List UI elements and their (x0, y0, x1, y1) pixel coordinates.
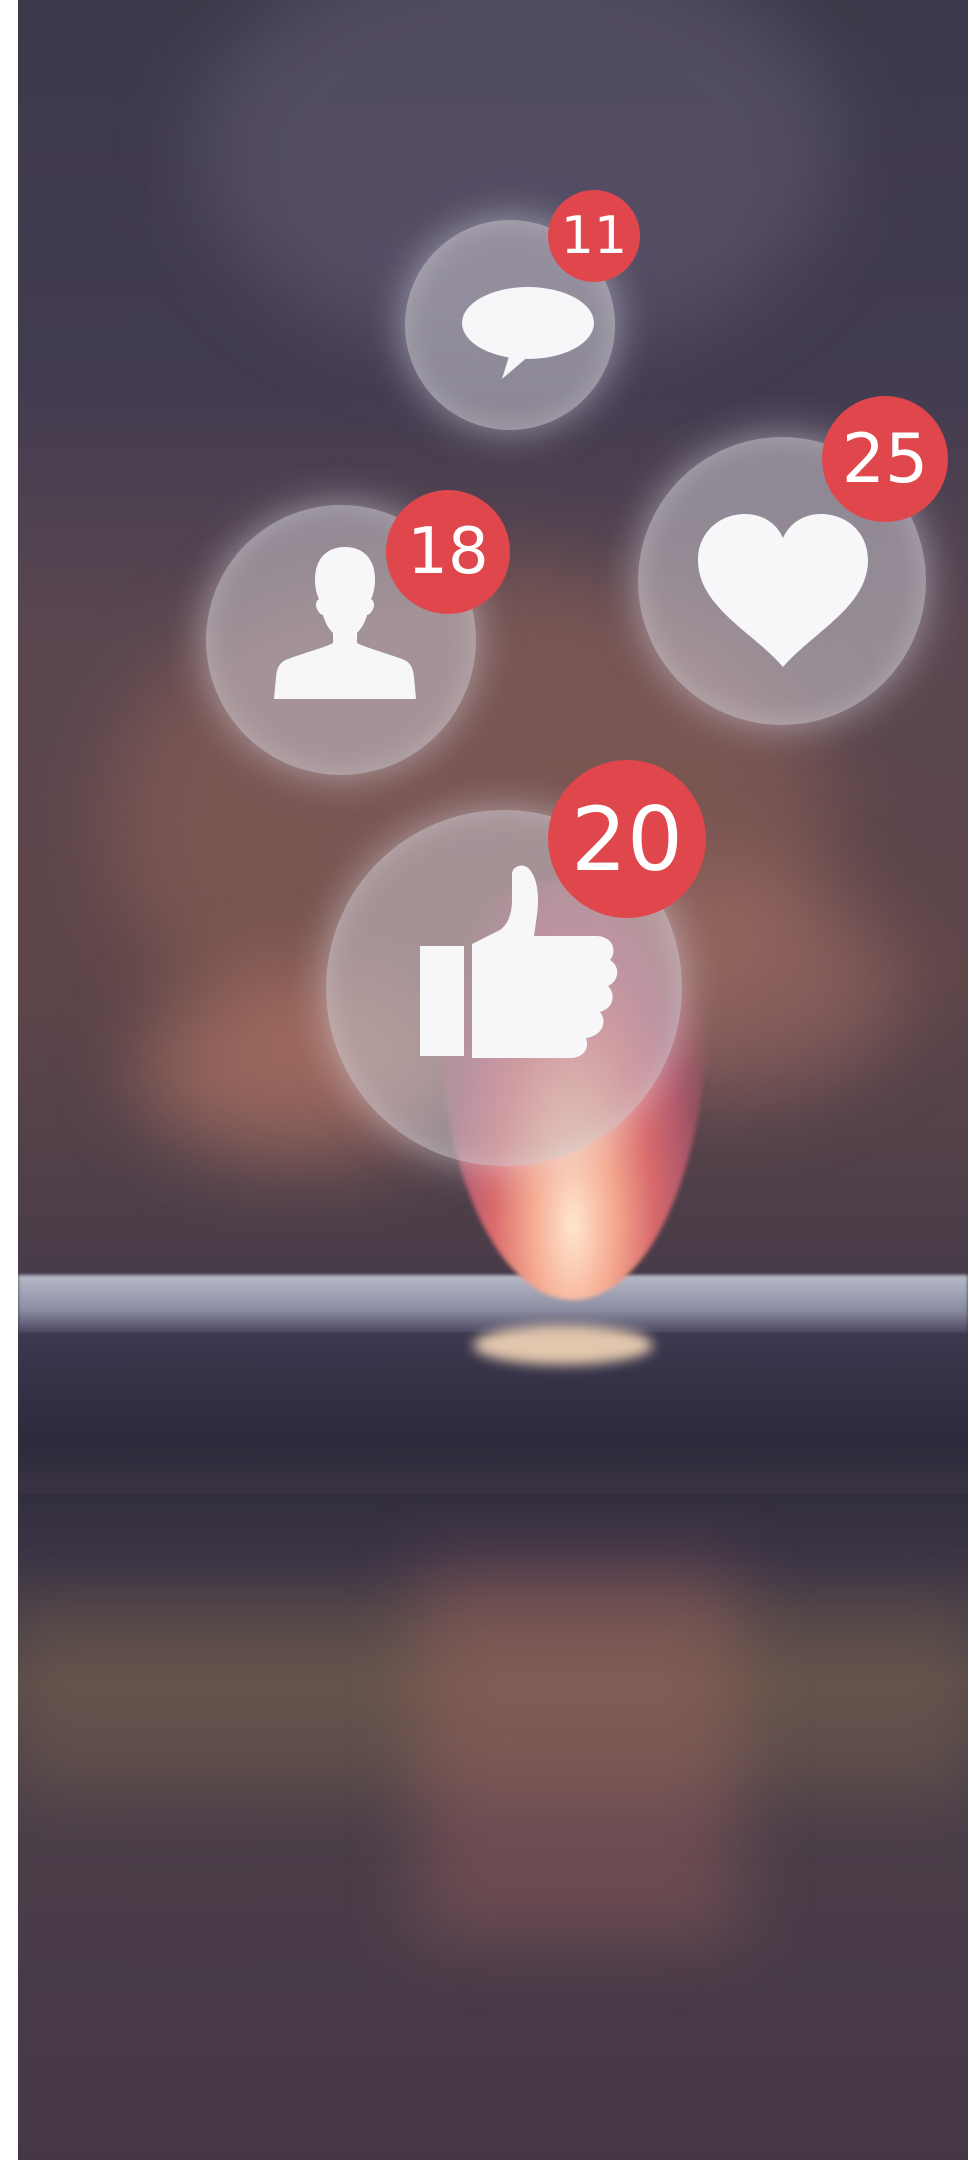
fingertip-glow (473, 1325, 653, 1365)
follower-count-badge: 18 (386, 490, 510, 614)
phone-screen-edge (18, 1275, 968, 1333)
finger-reflection (418, 1560, 738, 1940)
comment-count-badge: 11 (548, 190, 640, 282)
heart-count-badge: 25 (822, 396, 948, 522)
heart-icon (693, 512, 873, 672)
like-count-badge: 20 (548, 760, 706, 918)
speech-bubble-icon (458, 283, 598, 383)
